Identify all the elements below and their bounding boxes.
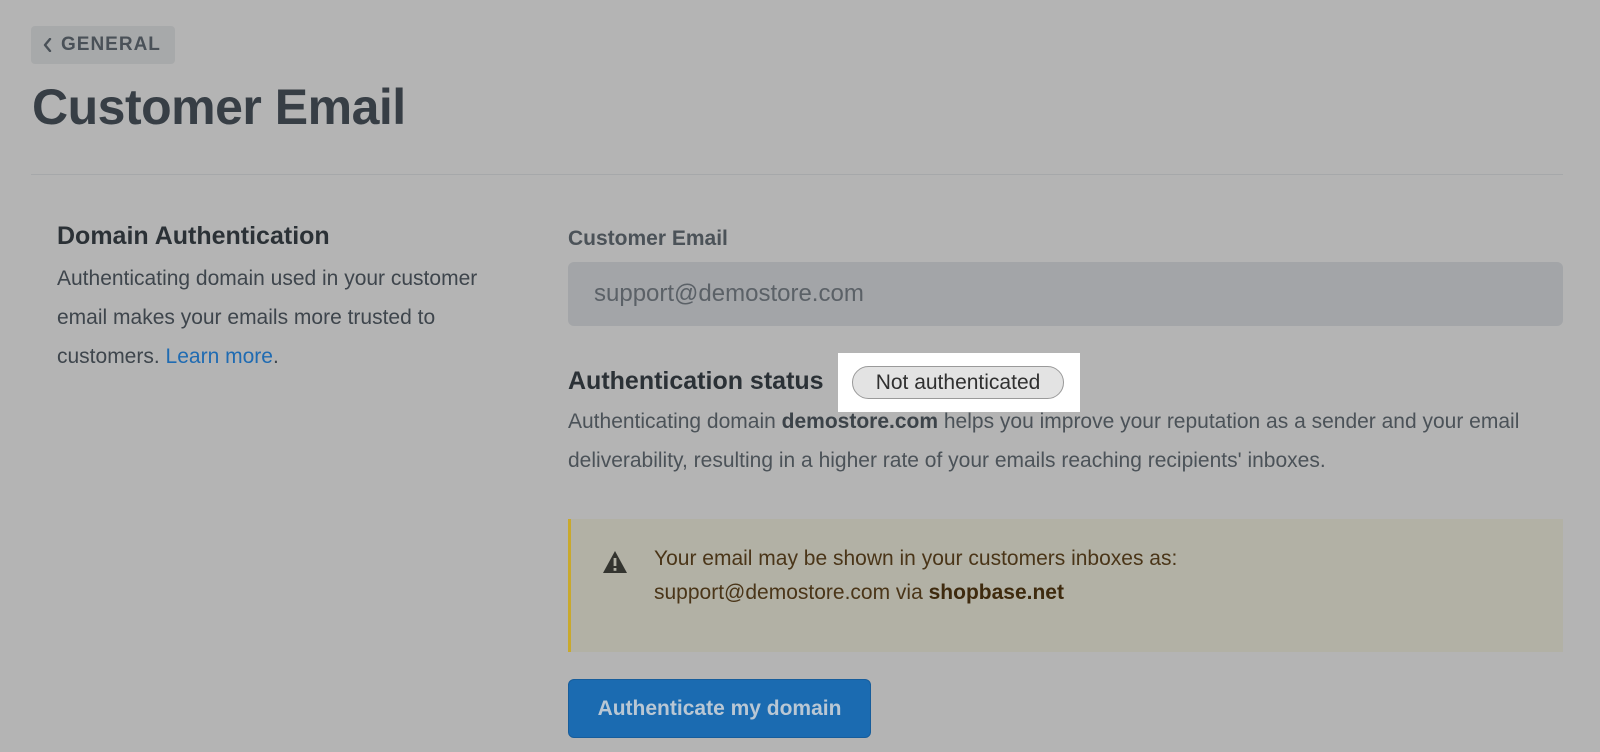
status-badge: Not authenticated xyxy=(852,366,1064,399)
domain-authentication-description: Authenticating domain used in your custo… xyxy=(57,259,527,376)
status-desc-prefix: Authenticating domain xyxy=(568,410,776,433)
status-domain: demostore.com xyxy=(781,410,939,433)
warning-triangle-icon xyxy=(603,551,627,573)
header-divider xyxy=(31,174,1563,175)
back-label: GENERAL xyxy=(61,34,161,55)
description-period: . xyxy=(272,345,279,368)
warning-sender-domain: shopbase.net xyxy=(928,581,1064,604)
warning-banner: Your email may be shown in your customer… xyxy=(568,519,1563,652)
chevron-left-icon xyxy=(43,38,52,52)
warning-text: Your email may be shown in your customer… xyxy=(654,542,1177,610)
customer-email-input[interactable] xyxy=(568,262,1563,326)
domain-authentication-heading: Domain Authentication xyxy=(57,222,330,250)
authentication-status-heading: Authentication status xyxy=(568,367,824,395)
customer-email-label: Customer Email xyxy=(568,227,728,250)
warning-line-2-prefix: support@demostore.com via xyxy=(654,581,923,604)
authentication-status-description: Authenticating domain demostore.com help… xyxy=(568,402,1578,480)
page-title: Customer Email xyxy=(32,79,406,135)
warning-line-1: Your email may be shown in your customer… xyxy=(654,547,1178,570)
authenticate-domain-button[interactable]: Authenticate my domain xyxy=(568,679,871,738)
back-to-general-link[interactable]: GENERAL xyxy=(31,26,175,64)
learn-more-link[interactable]: Learn more xyxy=(166,345,273,368)
